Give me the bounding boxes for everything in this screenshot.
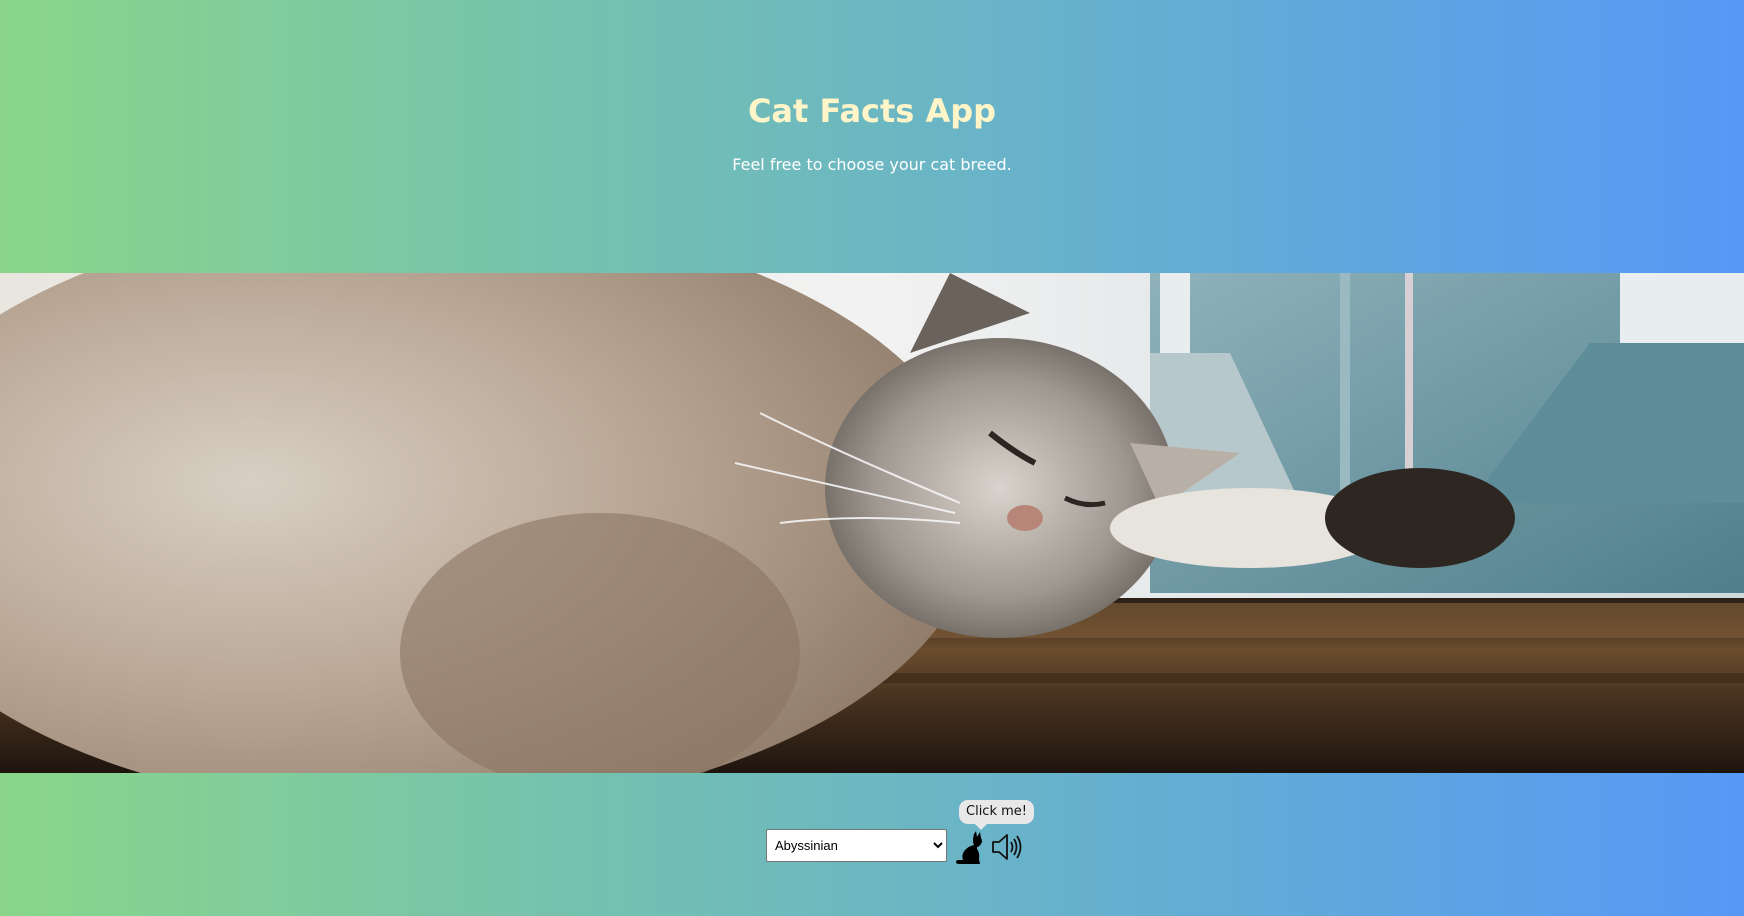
page-subtitle: Feel free to choose your cat breed. [732, 155, 1012, 174]
header: Cat Facts App Feel free to choose your c… [0, 0, 1744, 273]
click-me-tooltip: Click me! [959, 800, 1034, 830]
controls-bar: Abyssinian Click me! [0, 773, 1744, 916]
cat-photo [0, 273, 1744, 773]
page-title: Cat Facts App [747, 92, 997, 130]
cat-fact-button[interactable] [956, 831, 986, 865]
cat-icon [956, 831, 982, 864]
hero-cat-image [0, 273, 1744, 773]
breed-select[interactable]: Abyssinian [766, 829, 947, 862]
speaker-button[interactable] [991, 831, 1023, 863]
speaker-icon [992, 834, 1022, 860]
